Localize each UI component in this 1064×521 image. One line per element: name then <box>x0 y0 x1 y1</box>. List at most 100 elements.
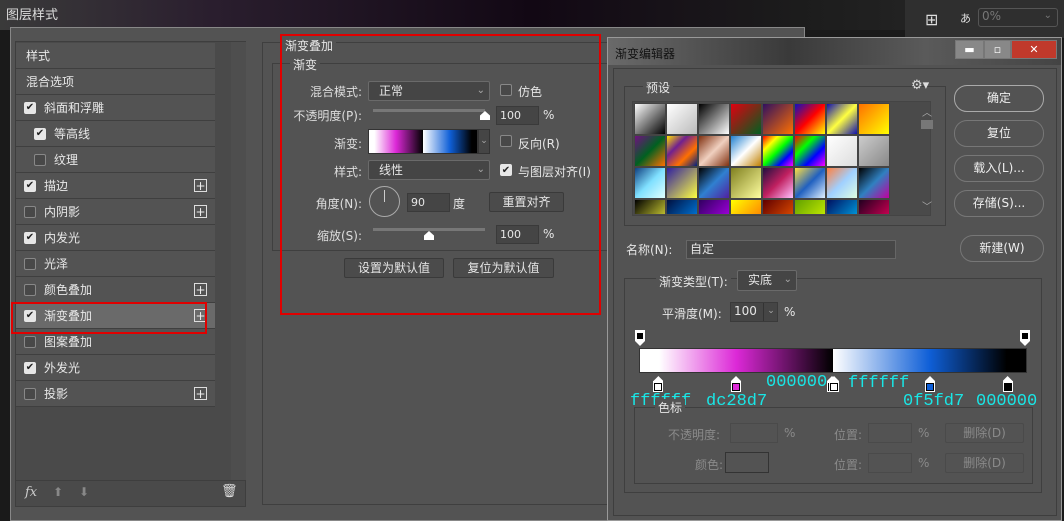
style-checkbox[interactable]: ✔ <box>24 101 36 114</box>
style-item[interactable]: 纹理 <box>16 147 215 173</box>
opacity-stop-left[interactable] <box>635 330 645 346</box>
move-down-icon[interactable]: ⬇ <box>79 485 89 499</box>
color-swatch[interactable] <box>725 452 769 473</box>
maximize-button[interactable]: ▫ <box>984 40 1011 59</box>
preset-swatch[interactable] <box>698 103 730 135</box>
style-item[interactable]: ✔ 等高线 <box>16 121 215 147</box>
preset-swatch[interactable] <box>794 199 826 214</box>
preset-swatch[interactable] <box>858 199 890 214</box>
style-checkbox[interactable] <box>24 257 36 270</box>
preset-swatch[interactable] <box>666 103 698 135</box>
tsume-select[interactable]: 0% ⌄ <box>978 8 1058 27</box>
preset-swatch[interactable] <box>826 103 858 135</box>
style-item[interactable]: 内阴影 + <box>16 199 215 225</box>
preset-swatch[interactable] <box>698 199 730 214</box>
stop-opacity-input[interactable] <box>730 423 778 443</box>
opacity-stop-right[interactable] <box>1020 330 1030 346</box>
type-select[interactable]: 实底 ⌄ <box>737 270 797 291</box>
style-item-label: 混合选项 <box>26 75 75 89</box>
add-icon[interactable]: + <box>194 283 207 296</box>
color-stop[interactable] <box>1002 376 1013 392</box>
preset-swatch[interactable] <box>730 167 762 199</box>
style-checkbox[interactable] <box>24 205 36 218</box>
style-item[interactable]: 样式 <box>16 43 215 69</box>
style-checkbox[interactable] <box>24 283 36 296</box>
preset-swatch[interactable] <box>858 167 890 199</box>
preset-swatch[interactable] <box>794 135 826 167</box>
preset-swatch[interactable] <box>730 103 762 135</box>
preset-swatch[interactable] <box>794 167 826 199</box>
style-item[interactable]: 光泽 <box>16 251 215 277</box>
preset-swatch[interactable] <box>666 199 698 214</box>
color-stop[interactable] <box>829 376 839 392</box>
preset-swatch[interactable] <box>730 199 762 214</box>
preset-swatch[interactable] <box>634 167 666 199</box>
close-button[interactable]: ✕ <box>1011 40 1057 59</box>
style-checkbox[interactable] <box>34 153 46 166</box>
film-align-icon[interactable]: ⊞ <box>925 10 938 29</box>
style-checkbox[interactable]: ✔ <box>24 231 36 244</box>
chevron-down-icon[interactable]: ⌄ <box>763 303 778 321</box>
preset-swatch[interactable] <box>634 199 666 214</box>
style-checkbox[interactable]: ✔ <box>24 361 36 374</box>
color-stop[interactable] <box>653 376 664 392</box>
reset-button[interactable]: 复位 <box>954 120 1044 147</box>
new-button[interactable]: 新建(W) <box>960 235 1044 262</box>
ok-button[interactable]: 确定 <box>954 85 1044 112</box>
save-button[interactable]: 存储(S)... <box>954 190 1044 217</box>
preset-swatch[interactable] <box>730 135 762 167</box>
preset-swatch[interactable] <box>666 135 698 167</box>
preset-swatch[interactable] <box>826 167 858 199</box>
preset-swatch[interactable] <box>858 103 890 135</box>
trash-icon[interactable]: 🗑 <box>221 484 238 499</box>
preset-swatch[interactable] <box>826 199 858 214</box>
preset-swatch[interactable] <box>762 103 794 135</box>
delete-opacity-button[interactable]: 删除(D) <box>945 423 1024 443</box>
style-checkbox[interactable]: ✔ <box>24 179 36 192</box>
style-checkbox[interactable] <box>24 387 36 400</box>
color-stop[interactable] <box>925 376 935 392</box>
preset-swatch[interactable] <box>826 135 858 167</box>
preset-swatch[interactable] <box>666 167 698 199</box>
add-icon[interactable]: + <box>194 179 207 192</box>
style-item[interactable]: ✔ 内发光 <box>16 225 215 251</box>
style-item[interactable]: ✔ 斜面和浮雕 <box>16 95 215 121</box>
color-location-input[interactable] <box>868 453 912 473</box>
minimize-button[interactable]: ▬ <box>955 40 984 59</box>
style-item[interactable]: ✔ 描边 + <box>16 173 215 199</box>
preset-swatch[interactable] <box>698 167 730 199</box>
preset-swatch[interactable] <box>698 135 730 167</box>
delete-color-button[interactable]: 删除(D) <box>945 453 1024 473</box>
preset-swatch[interactable] <box>858 135 890 167</box>
style-item-label: 颜色叠加 <box>44 283 93 297</box>
smooth-input[interactable]: 100 ⌄ <box>730 302 778 322</box>
smooth-label: 平滑度(M): <box>662 307 722 321</box>
load-button[interactable]: 载入(L)... <box>954 155 1044 182</box>
style-item[interactable]: 投影 + <box>16 381 215 407</box>
scroll-down-icon[interactable]: ﹀ <box>922 198 932 213</box>
add-icon[interactable]: + <box>194 205 207 218</box>
preset-swatch[interactable] <box>762 135 794 167</box>
move-up-icon[interactable]: ⬆ <box>53 485 63 499</box>
fx-button[interactable]: fx <box>25 485 37 500</box>
style-checkbox[interactable] <box>24 335 36 348</box>
style-item[interactable]: 混合选项 <box>16 69 215 95</box>
preset-swatch[interactable] <box>762 199 794 214</box>
list-scrollbar[interactable] <box>231 42 246 480</box>
color-stop[interactable] <box>731 376 741 392</box>
preset-swatch[interactable] <box>794 103 826 135</box>
gear-icon[interactable]: ⚙▾ <box>911 78 929 93</box>
highlight-box <box>280 34 601 315</box>
preset-swatch[interactable] <box>634 103 666 135</box>
style-item[interactable]: 颜色叠加 + <box>16 277 215 303</box>
preset-swatch[interactable] <box>634 135 666 167</box>
style-checkbox[interactable]: ✔ <box>34 127 46 140</box>
gradient-bar[interactable] <box>639 348 1027 373</box>
scroll-up-icon[interactable]: ︿ <box>922 104 932 119</box>
scrollbar-thumb[interactable] <box>921 120 933 129</box>
add-icon[interactable]: + <box>194 387 207 400</box>
opacity-location-input[interactable] <box>868 423 912 443</box>
name-input[interactable]: 自定 <box>686 240 896 259</box>
preset-swatch[interactable] <box>762 167 794 199</box>
style-item[interactable]: ✔ 外发光 <box>16 355 215 381</box>
